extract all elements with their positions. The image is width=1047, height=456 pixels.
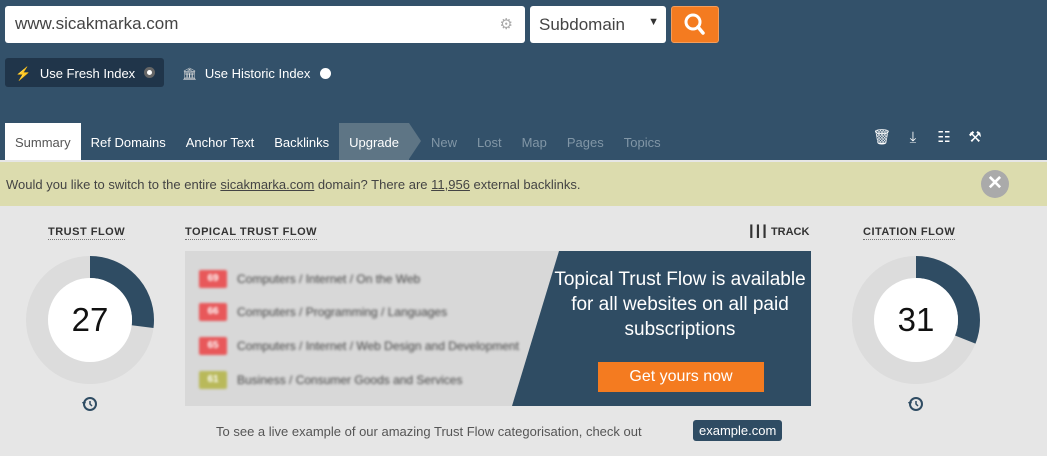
citation-flow-gauge: 31	[851, 255, 981, 385]
history-icon[interactable]	[908, 396, 924, 412]
fresh-index-option[interactable]: ⚡ Use Fresh Index	[5, 58, 164, 87]
search-input[interactable]: www.sicakmarka.com ⚙	[5, 6, 525, 43]
notice-domain-link[interactable]: sicakmarka.com	[220, 177, 314, 192]
trust-flow-title: TRUST FLOW	[48, 226, 126, 240]
notice-text-middle: domain? There are	[314, 177, 432, 192]
tab-summary[interactable]: Summary	[5, 123, 81, 160]
download-icon[interactable]: ⤓	[903, 127, 923, 149]
trust-flow-value: 27	[71, 301, 109, 338]
bar-chart-icon: ┃┃┃	[748, 226, 768, 238]
gear-icon[interactable]: ⚙	[500, 15, 513, 33]
example-text: To see a live example of our amazing Tru…	[216, 424, 642, 439]
notice-text-after: external backlinks.	[469, 177, 581, 192]
close-icon[interactable]: ✕	[981, 170, 1009, 198]
scope-select[interactable]: Subdomain ▼	[530, 6, 666, 43]
bin-add-icon[interactable]: 🗑	[872, 127, 892, 149]
tab-anchor-text[interactable]: Anchor Text	[176, 123, 264, 160]
tab-topics: Topics	[623, 135, 661, 150]
toolbar-icons: 🗑 ⤓ ☷ ⚒	[872, 127, 985, 149]
domain-switch-notice: Would you like to switch to the entire s…	[0, 162, 1047, 206]
tab-bar: Summary Ref Domains Anchor Text Backlinks Up…	[5, 123, 671, 160]
tab-map: Map	[521, 135, 547, 150]
report-add-icon[interactable]: ☷	[934, 127, 954, 149]
caret-down-icon: ▼	[648, 16, 659, 28]
citation-flow-value: 31	[897, 301, 935, 338]
search-button[interactable]	[671, 6, 719, 43]
tab-upgrade[interactable]: Upgrade	[339, 123, 421, 160]
bank-icon: 🏛	[182, 67, 198, 81]
notice-text-before: Would you like to switch to the entire	[6, 177, 221, 192]
search-icon	[684, 13, 705, 35]
notice-count-link[interactable]: 11,956	[431, 177, 470, 192]
lightning-icon: ⚡	[15, 66, 32, 81]
history-icon[interactable]	[82, 396, 98, 412]
historic-index-label: Use Historic Index	[204, 66, 311, 81]
track-label: TRACK	[770, 226, 810, 238]
topical-trust-flow-panel: 69 Computers / Internet / On the Web 66 Com…	[185, 251, 811, 406]
citation-flow-title: CITATION FLOW	[863, 226, 956, 240]
scope-selected-value: Subdomain	[539, 15, 626, 34]
tab-pages: Pages	[566, 135, 604, 150]
search-input-value[interactable]: www.sicakmarka.com	[15, 14, 178, 33]
tab-ref-domains[interactable]: Ref Domains	[81, 123, 176, 160]
track-button[interactable]: ┃┃┃ TRACK	[748, 225, 809, 238]
get-yours-now-button[interactable]: Get yours now	[598, 362, 764, 392]
tools-icon[interactable]: ⚒	[965, 127, 985, 149]
promo-text: Topical Trust Flow is available for all …	[554, 269, 806, 340]
historic-index-radio[interactable]	[319, 68, 331, 79]
fresh-index-label: Use Fresh Index	[39, 66, 136, 81]
tab-new: New	[430, 135, 457, 150]
historic-index-option[interactable]: 🏛 Use Historic Index	[182, 58, 331, 87]
top-bar: www.sicakmarka.com ⚙ Subdomain ▼ ⚡ Use F…	[0, 0, 1047, 160]
topical-trust-flow-title: TOPICAL TRUST FLOW	[185, 226, 318, 240]
trust-flow-gauge: 27	[25, 255, 155, 385]
tab-lost: Lost	[477, 135, 502, 150]
fresh-index-radio[interactable]	[144, 67, 155, 78]
example-link[interactable]: example.com	[693, 420, 783, 441]
tab-backlinks[interactable]: Backlinks	[264, 123, 339, 160]
